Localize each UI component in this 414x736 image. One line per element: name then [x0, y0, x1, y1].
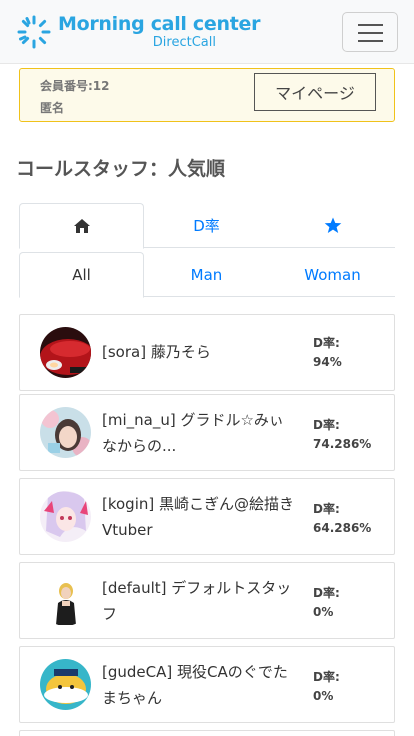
star-icon: [324, 217, 341, 233]
member-number: 会員番号:12: [40, 79, 110, 93]
tab-home[interactable]: [19, 203, 144, 249]
member-name: 匿名: [40, 101, 65, 115]
d-rate-label: D率:: [313, 336, 340, 350]
tab-favorite[interactable]: [270, 203, 395, 248]
navbar: Morning call center DirectCall: [0, 0, 414, 64]
staff-list-item[interactable]: [kogin] 黒崎こぎん@絵描きVtuber D率: 64.286%: [19, 478, 395, 555]
tab-woman[interactable]: Woman: [270, 252, 395, 297]
staff-list-item[interactable]: [sora] 藤乃そら D率: 94%: [19, 314, 395, 391]
staff-list-item[interactable]: [gudeCA] 現役CAのぐでたまちゃん D率: 0%: [19, 646, 395, 723]
hamburger-icon: [358, 40, 383, 42]
mypage-button[interactable]: マイページ: [254, 73, 376, 111]
brand-subtitle: DirectCall: [152, 35, 216, 50]
staff-avatar: [40, 659, 91, 710]
d-rate-value: 0%: [313, 689, 334, 703]
d-rate-value: 64.286%: [313, 521, 372, 535]
member-info-box: 会員番号:12 匿名 マイページ: [19, 68, 395, 122]
d-rate-value: 94%: [313, 355, 342, 369]
gender-tabs: All Man Woman: [19, 252, 395, 298]
tab-man[interactable]: Man: [144, 252, 269, 297]
d-rate-value: 74.286%: [313, 437, 372, 451]
brand-title: Morning call center: [58, 13, 261, 35]
staff-list-item[interactable]: [default] デフォルトスタッフ D率: 0%: [19, 562, 395, 639]
d-rate-label: D率:: [313, 418, 340, 432]
staff-avatar: [40, 327, 91, 378]
staff-name: [sora] 藤乃そら: [102, 343, 211, 361]
sort-tabs: D率: [19, 203, 395, 249]
brand-logo[interactable]: Morning call center DirectCall: [16, 12, 260, 54]
tab-all[interactable]: All: [19, 252, 144, 298]
d-rate-label: D率:: [313, 670, 340, 684]
staff-list-item[interactable]: [19, 730, 395, 736]
staff-avatar: [40, 407, 91, 458]
staff-name: [gudeCA] 現役CAのぐでたまちゃん: [102, 663, 288, 707]
section-title: コールスタッフ：人気順: [16, 158, 226, 180]
tab-d-rate[interactable]: D率: [144, 203, 269, 248]
hamburger-icon: [358, 32, 383, 34]
staff-name: [mi_na_u] グラドル☆みぃなからの...: [102, 411, 284, 455]
d-rate-value: 0%: [313, 605, 334, 619]
staff-name: [kogin] 黒崎こぎん@絵描きVtuber: [102, 495, 294, 539]
staff-list-item[interactable]: [mi_na_u] グラドル☆みぃなからの... D率: 74.286%: [19, 394, 395, 471]
d-rate-label: D率:: [313, 586, 340, 600]
staff-avatar: [40, 491, 91, 542]
menu-toggle-button[interactable]: [342, 12, 398, 52]
staff-name: [default] デフォルトスタッフ: [102, 579, 292, 623]
d-rate-label: D率:: [313, 502, 340, 516]
staff-avatar: [40, 575, 91, 626]
sunburst-logo-icon: [17, 15, 51, 49]
hamburger-icon: [358, 24, 383, 26]
home-icon: [73, 219, 90, 233]
